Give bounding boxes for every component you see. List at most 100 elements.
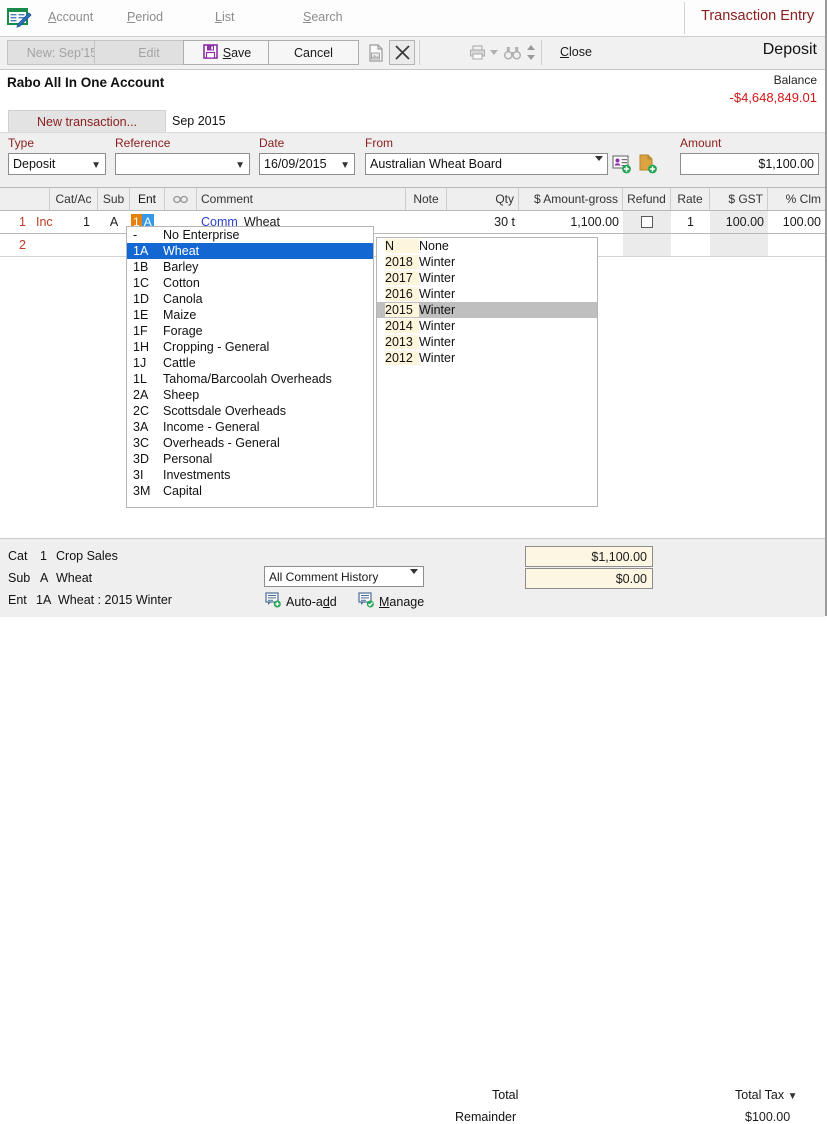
refund-checkbox[interactable] xyxy=(641,216,653,228)
cell-qty[interactable]: 30 t xyxy=(447,211,519,233)
transaction-fields: Type Deposit ▼ Reference ▼ Date 16/09/20… xyxy=(0,132,825,187)
list-item[interactable]: 3A Income - General xyxy=(127,419,373,435)
menu-item-account[interactable]: Account xyxy=(48,10,93,24)
cancel-button[interactable]: Cancel xyxy=(268,40,359,65)
reference-select[interactable]: ▼ xyxy=(115,153,250,175)
printer-icon[interactable] xyxy=(466,40,488,65)
comment-history-select[interactable]: All Comment History xyxy=(264,566,424,588)
item-label: Investments xyxy=(163,468,231,482)
item-label: Income - General xyxy=(163,420,260,434)
list-item[interactable]: 2018 Winter xyxy=(377,254,597,270)
list-item[interactable]: 2012 Winter xyxy=(377,350,597,366)
grid-col-sub[interactable]: Sub xyxy=(98,188,130,210)
list-item[interactable]: 1F Forage xyxy=(127,323,373,339)
item-code: 1B xyxy=(133,260,149,274)
grid-col-amount-gross[interactable]: $ Amount-gross xyxy=(519,188,623,210)
list-item[interactable]: 3C Overheads - General xyxy=(127,435,373,451)
menu-item-period[interactable]: Period xyxy=(127,10,163,24)
list-item[interactable]: 2013 Winter xyxy=(377,334,597,350)
cell-amount-gross[interactable]: 1,100.00 xyxy=(519,211,623,233)
cell-refund[interactable] xyxy=(623,234,671,256)
list-item[interactable]: 2015 Winter xyxy=(377,302,597,318)
binoculars-icon[interactable] xyxy=(501,40,523,65)
list-item[interactable]: 3I Investments xyxy=(127,467,373,483)
menu-item-search[interactable]: Search xyxy=(303,10,343,24)
manage-button[interactable]: Manage xyxy=(358,592,424,611)
enterprise-dropdown-list[interactable]: - No Enterprise 1A Wheat 1B Barley 1C Cotton… xyxy=(126,226,374,508)
link-icon[interactable] xyxy=(165,188,197,210)
list-item[interactable]: 1C Cotton xyxy=(127,275,373,291)
sub-label: Sub xyxy=(8,571,31,585)
list-item[interactable]: 1L Tahoma/Barcoolah Overheads xyxy=(127,371,373,387)
cell-note[interactable] xyxy=(406,211,447,233)
chevron-down-icon[interactable] xyxy=(410,569,418,588)
grid-col-catac[interactable]: Cat/Ac xyxy=(50,188,98,210)
list-item[interactable]: 1J Cattle xyxy=(127,355,373,371)
from-value: Australian Wheat Board xyxy=(370,157,503,171)
spinner-down-icon[interactable] xyxy=(527,55,535,60)
auto-add-label: Auto-add xyxy=(286,594,337,609)
print-dropdown-arrow-icon[interactable] xyxy=(487,40,501,65)
cancel-button-label: Cancel xyxy=(294,45,333,60)
grid-col-comment[interactable]: Comment xyxy=(197,188,406,210)
list-item[interactable]: 2017 Winter xyxy=(377,270,597,286)
list-item[interactable]: 3D Personal xyxy=(127,451,373,467)
list-item[interactable]: 1D Canola xyxy=(127,291,373,307)
list-item[interactable]: N None xyxy=(377,238,597,254)
edit-button-label: Edit xyxy=(138,45,160,60)
chevron-down-icon[interactable]: ▼ xyxy=(340,161,350,171)
cell-catac[interactable]: 1 xyxy=(50,211,94,233)
list-item[interactable]: 2C Scottsdale Overheads xyxy=(127,403,373,419)
cell-rate[interactable]: 1 xyxy=(671,211,710,233)
chevron-down-icon[interactable]: ▼ xyxy=(235,161,245,171)
list-item[interactable]: 2014 Winter xyxy=(377,318,597,334)
season-dropdown-list[interactable]: N None 2018 Winter 2017 Winter 2016 Winter 2… xyxy=(376,237,598,507)
grid-col-qty[interactable]: Qty xyxy=(447,188,519,210)
table-row[interactable]: 1 Inc 1 A 1A Comm Wheat 30 t 1,100.00 1 … xyxy=(0,211,825,234)
close-button[interactable]: Close xyxy=(560,45,592,59)
grid-col-rate[interactable]: Rate xyxy=(671,188,710,210)
list-item[interactable]: 3M Capital xyxy=(127,483,373,499)
chevron-down-icon[interactable] xyxy=(595,156,603,175)
type-select[interactable]: Deposit ▼ xyxy=(8,153,106,175)
grid-col-note[interactable]: Note xyxy=(406,188,447,210)
list-item[interactable]: 1H Cropping - General xyxy=(127,339,373,355)
date-input[interactable]: 16/09/2015 ▼ xyxy=(259,153,355,175)
chevron-down-icon[interactable]: ▼ xyxy=(91,161,101,171)
cell-refund[interactable] xyxy=(623,211,671,233)
tab-sep-2015[interactable]: Sep 2015 xyxy=(168,110,278,132)
save-button[interactable]: Save xyxy=(183,40,271,65)
record-spinner[interactable] xyxy=(524,40,538,65)
delete-x-icon[interactable] xyxy=(389,40,415,65)
spinner-up-icon[interactable] xyxy=(527,45,535,50)
tab-new-transaction[interactable]: New transaction... xyxy=(8,110,166,132)
grid-col-clm[interactable]: % Clm xyxy=(768,188,825,210)
item-label: Tahoma/Barcoolah Overheads xyxy=(163,372,332,386)
item-code: 2016 xyxy=(385,287,419,301)
auto-add-button[interactable]: Auto-add xyxy=(265,592,337,611)
item-code: 2012 xyxy=(385,351,419,365)
list-item[interactable]: 2A Sheep xyxy=(127,387,373,403)
cell-gst[interactable] xyxy=(710,234,768,256)
grid-col-gst[interactable]: $ GST xyxy=(710,188,768,210)
amount-input[interactable]: $1,100.00 xyxy=(680,153,819,175)
add-document-icon[interactable] xyxy=(638,154,658,174)
item-code: 3M xyxy=(133,484,151,498)
grid-col-refund[interactable]: Refund xyxy=(623,188,671,210)
attach-image-icon[interactable] xyxy=(363,40,389,65)
list-item[interactable]: 1B Barley xyxy=(127,259,373,275)
add-contact-icon[interactable] xyxy=(612,154,632,174)
list-item[interactable]: 1E Maize xyxy=(127,307,373,323)
total-tax-label[interactable]: Total Tax ▼ xyxy=(735,1088,798,1102)
from-select[interactable]: Australian Wheat Board xyxy=(365,153,608,175)
chevron-down-icon[interactable]: ▼ xyxy=(788,1091,798,1102)
list-item[interactable]: 2016 Winter xyxy=(377,286,597,302)
list-item[interactable]: - No Enterprise xyxy=(127,227,373,243)
menu-item-list[interactable]: List xyxy=(215,10,234,24)
item-code: 1C xyxy=(133,276,149,290)
cell-clm[interactable]: 100.00 xyxy=(768,211,825,233)
cell-gst[interactable]: 100.00 xyxy=(710,211,768,233)
grid-col-ent[interactable]: Ent xyxy=(130,188,165,210)
list-item[interactable]: 1A Wheat xyxy=(127,243,373,259)
ent-label: Ent xyxy=(8,593,27,607)
